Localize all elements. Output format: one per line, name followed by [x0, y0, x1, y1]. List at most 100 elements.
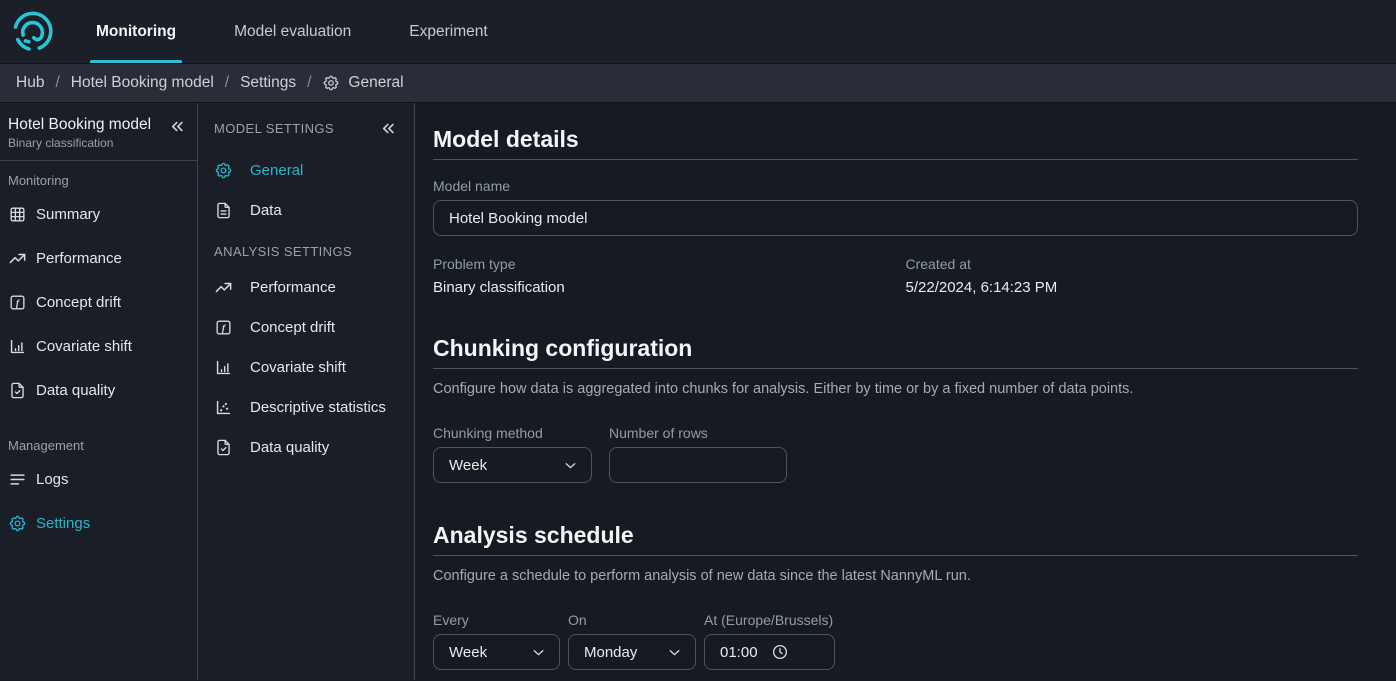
settings-nav-performance[interactable]: Performance — [214, 269, 400, 305]
problem-type-value: Binary classification — [433, 279, 896, 296]
function-icon — [8, 293, 27, 312]
breadcrumb-model[interactable]: Hotel Booking model — [71, 74, 214, 92]
main-tabs: Monitoring Model evaluation Experiment — [90, 0, 494, 63]
bar-chart-icon — [8, 337, 27, 356]
sidebar-item-logs[interactable]: Logs — [8, 461, 189, 497]
schedule-description: Configure a schedule to perform analysis… — [433, 568, 1358, 584]
schedule-every-select[interactable]: Week — [433, 634, 560, 670]
model-name-input[interactable] — [433, 200, 1358, 236]
settings-content: Model details Model name Problem type Bi… — [415, 103, 1396, 680]
sidebar-item-label: Performance — [36, 250, 122, 267]
model-title: Hotel Booking model — [8, 115, 151, 134]
divider — [0, 160, 197, 161]
schedule-title: Analysis schedule — [433, 521, 1358, 549]
settings-sidebar-collapse-button[interactable] — [377, 117, 400, 140]
settings-nav-section-model: MODEL SETTINGS — [214, 121, 334, 136]
problem-type-label: Problem type — [433, 256, 896, 272]
model-details-section: Model details Model name Problem type Bi… — [433, 125, 1358, 296]
settings-nav-descriptive-statistics[interactable]: Descriptive statistics — [214, 389, 400, 425]
schedule-on-label: On — [568, 612, 696, 628]
sidebar-section-management: Management — [8, 438, 189, 453]
settings-nav-label: Data quality — [250, 439, 329, 456]
sidebar-item-concept-drift[interactable]: Concept drift — [8, 284, 189, 320]
number-of-rows-label: Number of rows — [609, 425, 787, 441]
gear-icon — [8, 514, 27, 533]
schedule-on-value: Monday — [584, 644, 637, 661]
tab-experiment[interactable]: Experiment — [403, 0, 493, 63]
clock-icon — [771, 643, 789, 661]
settings-nav-label: Concept drift — [250, 319, 335, 336]
breadcrumb-separator: / — [307, 74, 311, 92]
sidebar-collapse-button[interactable] — [166, 115, 189, 138]
sidebar-item-label: Data quality — [36, 382, 115, 399]
schedule-on-field: On Monday — [568, 612, 696, 670]
chevron-down-icon — [666, 644, 683, 661]
schedule-at-label: At (Europe/Brussels) — [704, 612, 835, 628]
sidebar-item-data-quality[interactable]: Data quality — [8, 372, 189, 408]
app-logo[interactable] — [0, 0, 90, 63]
breadcrumb-settings[interactable]: Settings — [240, 74, 296, 92]
settings-nav-section-analysis: ANALYSIS SETTINGS — [214, 244, 400, 259]
problem-type-field: Problem type Binary classification — [433, 256, 896, 296]
model-details-title: Model details — [433, 125, 1358, 153]
table-icon — [8, 205, 27, 224]
settings-sidebar: MODEL SETTINGS General Data ANALYSIS SET… — [198, 103, 415, 680]
settings-nav-general[interactable]: General — [214, 152, 400, 188]
number-of-rows-input[interactable] — [609, 447, 787, 483]
tab-monitoring[interactable]: Monitoring — [90, 0, 182, 63]
chevrons-left-icon — [168, 117, 187, 136]
chevron-down-icon — [562, 457, 579, 474]
settings-nav-data[interactable]: Data — [214, 192, 400, 228]
schedule-every-field: Every Week — [433, 612, 560, 670]
chunking-description: Configure how data is aggregated into ch… — [433, 381, 1358, 397]
sidebar-item-label: Covariate shift — [36, 338, 132, 355]
chunking-method-label: Chunking method — [433, 425, 592, 441]
function-icon — [214, 318, 233, 337]
sidebar-item-summary[interactable]: Summary — [8, 196, 189, 232]
file-text-icon — [214, 201, 233, 220]
breadcrumb-general[interactable]: General — [322, 74, 403, 92]
number-of-rows-field: Number of rows — [609, 425, 787, 483]
schedule-section: Analysis schedule Configure a schedule t… — [433, 521, 1358, 670]
chevrons-left-icon — [379, 119, 398, 138]
tab-label: Model evaluation — [234, 23, 351, 41]
settings-nav-covariate-shift[interactable]: Covariate shift — [214, 349, 400, 385]
sidebar-item-label: Summary — [36, 206, 100, 223]
breadcrumb: Hub / Hotel Booking model / Settings / G… — [0, 64, 1396, 103]
nannyml-logo-icon — [11, 10, 54, 53]
file-check-icon — [214, 438, 233, 457]
sidebar-item-covariate-shift[interactable]: Covariate shift — [8, 328, 189, 364]
tab-model-evaluation[interactable]: Model evaluation — [228, 0, 357, 63]
settings-nav-label: Data — [250, 202, 282, 219]
model-header: Hotel Booking model Binary classificatio… — [8, 115, 151, 150]
chunking-section: Chunking configuration Configure how dat… — [433, 334, 1358, 483]
schedule-on-select[interactable]: Monday — [568, 634, 696, 670]
chunking-method-select[interactable]: Week — [433, 447, 592, 483]
sidebar-item-settings[interactable]: Settings — [8, 505, 189, 541]
gear-icon — [322, 74, 340, 92]
bar-chart-icon — [214, 358, 233, 377]
settings-nav-data-quality[interactable]: Data quality — [214, 429, 400, 465]
tab-label: Experiment — [409, 23, 487, 41]
sidebar-item-label: Settings — [36, 515, 90, 532]
settings-nav-label: Performance — [250, 279, 336, 296]
settings-nav-label: Descriptive statistics — [250, 399, 386, 416]
sidebar-item-performance[interactable]: Performance — [8, 240, 189, 276]
top-nav: Monitoring Model evaluation Experiment — [0, 0, 1396, 64]
chevron-down-icon — [530, 644, 547, 661]
breadcrumb-hub[interactable]: Hub — [16, 74, 44, 92]
chunking-title: Chunking configuration — [433, 334, 1358, 362]
created-at-field: Created at 5/22/2024, 6:14:23 PM — [896, 256, 1359, 296]
settings-nav-concept-drift[interactable]: Concept drift — [214, 309, 400, 345]
file-check-icon — [8, 381, 27, 400]
sidebar-section-monitoring: Monitoring — [8, 173, 189, 188]
divider — [433, 368, 1358, 369]
schedule-every-value: Week — [449, 644, 487, 661]
breadcrumb-separator: / — [55, 74, 59, 92]
schedule-at-field: At (Europe/Brussels) 01:00 — [704, 612, 835, 670]
settings-nav-label: Covariate shift — [250, 359, 346, 376]
gear-icon — [214, 161, 233, 180]
divider — [433, 555, 1358, 556]
schedule-time-value: 01:00 — [720, 644, 758, 661]
schedule-time-input[interactable]: 01:00 — [704, 634, 835, 670]
